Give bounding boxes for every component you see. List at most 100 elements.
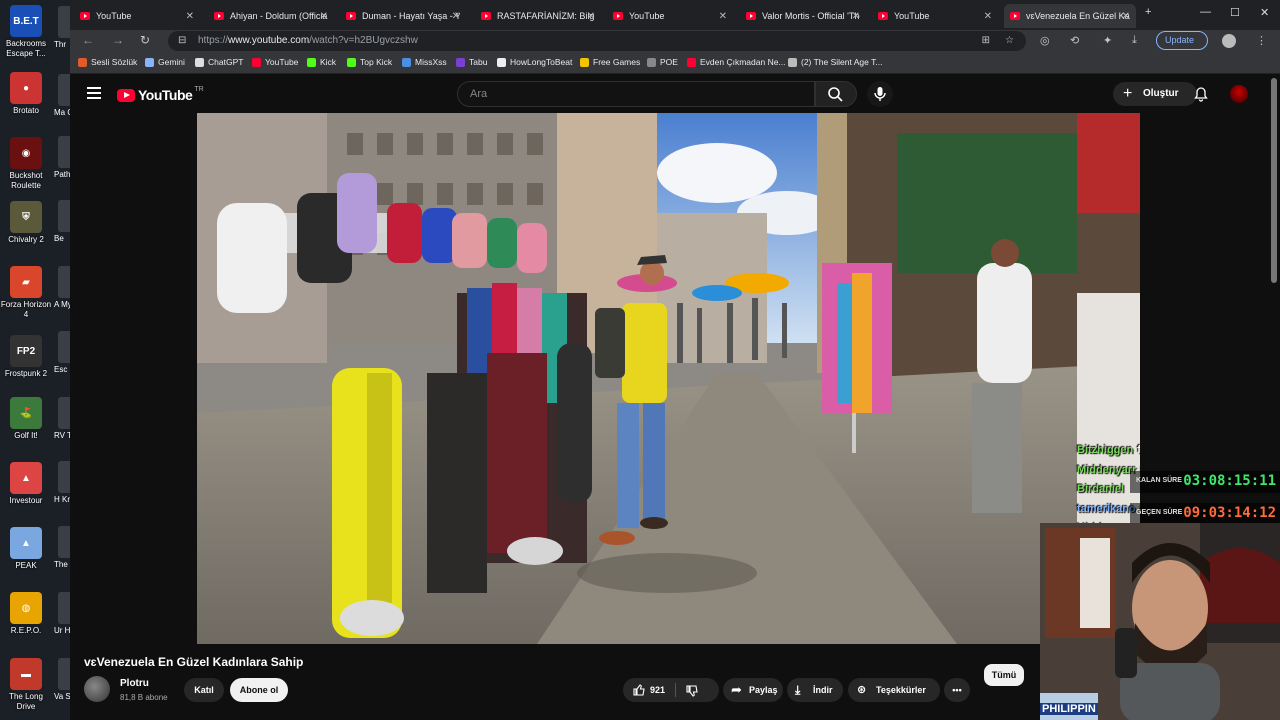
filter-chip-all[interactable]: Tümü — [984, 664, 1024, 686]
extension-glasses-icon[interactable]: ◎ — [1040, 34, 1050, 47]
extension-icon[interactable]: ⟲ — [1070, 34, 1079, 47]
close-window-icon[interactable]: ✕ — [1260, 6, 1269, 19]
tab-close-icon[interactable]: ✕ — [186, 11, 194, 22]
browser-tab[interactable]: YouTube ✕ — [872, 4, 998, 28]
share-button[interactable]: ➦ Paylaş — [723, 678, 783, 702]
desktop-shortcut-partial[interactable]: Be — [54, 234, 70, 244]
desktop-shortcut[interactable]: ▬ The Long Drive — [0, 658, 52, 712]
maximize-icon[interactable]: ☐ — [1230, 6, 1240, 19]
menu-hamburger-icon[interactable] — [87, 87, 101, 99]
bookmark-item[interactable]: YouTube — [252, 57, 298, 67]
tab-close-icon[interactable]: ✕ — [452, 11, 460, 22]
desktop-shortcut[interactable]: ▲ Investour — [0, 462, 52, 506]
bookmark-item[interactable]: POE — [647, 57, 678, 67]
bookmark-item[interactable]: Kick — [307, 57, 336, 67]
desktop-shortcut-partial[interactable]: The of Is — [54, 560, 70, 570]
desktop-shortcut-partial[interactable]: Path — [54, 170, 70, 180]
tab-close-icon[interactable]: ✕ — [1122, 11, 1130, 22]
desktop-shortcut-partial[interactable]: Esc Bac — [54, 365, 70, 375]
search-button[interactable] — [815, 81, 857, 107]
thanks-button[interactable]: ⊛ Teşekkürler — [848, 678, 940, 702]
youtube-favicon-icon — [613, 12, 623, 20]
desktop-shortcut[interactable]: ◉ Buckshot Roulette — [0, 137, 52, 191]
download-icon[interactable]: ⤓ — [1132, 34, 1137, 47]
youtube-play-icon — [117, 88, 135, 102]
extension-puzzle-icon[interactable]: ✦ — [1103, 34, 1112, 47]
download-button[interactable]: ⤓ İndir — [787, 678, 843, 702]
forward-icon[interactable]: → — [112, 33, 124, 47]
browser-tab[interactable]: Ahiyan - Doldum (Official ✕ — [208, 4, 334, 28]
browser-tab[interactable]: vɛVenezuela En Güzel Kad ✕ — [1004, 4, 1136, 28]
browser-menu-icon[interactable]: ⋮ — [1256, 34, 1267, 47]
like-icon[interactable] — [632, 683, 646, 697]
bookmark-item[interactable]: HowLongToBeat — [497, 57, 572, 67]
desktop-shortcut[interactable]: ⛨ Chivalry 2 — [0, 201, 52, 245]
update-button[interactable]: Update — [1156, 31, 1208, 50]
channel-name[interactable]: Plotru — [120, 678, 149, 689]
subscribe-button[interactable]: Abone ol — [230, 678, 288, 702]
tab-close-icon[interactable]: ✕ — [320, 11, 328, 22]
browser-tab[interactable]: Duman - Hayatı Yaşa - Yo ✕ — [340, 4, 466, 28]
tab-close-icon[interactable]: ✕ — [587, 11, 595, 22]
back-icon[interactable]: ← — [82, 33, 94, 47]
bookmark-item[interactable]: Tabu — [456, 57, 487, 67]
desktop-shortcut[interactable]: ⛳ Golf It! — [0, 397, 52, 441]
minimize-icon[interactable]: — — [1200, 6, 1211, 18]
desktop-shortcut[interactable]: ◍ R.E.P.O. — [0, 592, 52, 636]
desktop-shortcut-partial[interactable]: Ur Ho — [54, 626, 70, 636]
bookmark-item[interactable]: Sesli Sözlük — [78, 57, 137, 67]
new-tab-button[interactable]: + — [1145, 6, 1151, 18]
voice-search-button[interactable] — [867, 81, 893, 107]
browser-tab[interactable]: Valor Mortis - Official 'The ✕ — [740, 4, 866, 28]
bookmark-item[interactable]: (2) The Silent Age T... — [788, 57, 882, 67]
tab-close-icon[interactable]: ✕ — [719, 11, 727, 22]
search-input[interactable]: Ara — [457, 81, 815, 107]
bookmark-item[interactable]: ChatGPT — [195, 57, 243, 67]
desktop-shortcut-partial[interactable]: A My — [54, 300, 70, 310]
reload-icon[interactable]: ↻ — [140, 33, 150, 47]
bookmark-item[interactable]: Top Kick — [347, 57, 392, 67]
desktop-shortcut[interactable]: B.E.T Backrooms Escape T... — [0, 5, 52, 59]
join-button[interactable]: Katıl — [184, 678, 224, 702]
bookmark-item[interactable]: Gemini — [145, 57, 185, 67]
browser-tab[interactable]: YouTube ✕ — [74, 4, 200, 28]
profile-avatar[interactable] — [1222, 34, 1236, 48]
translate-icon[interactable]: ⊞ — [982, 31, 990, 51]
account-avatar[interactable] — [1230, 85, 1248, 103]
browser-tab[interactable]: RASTAFARİANİZM: Bilgi B ✕ — [475, 4, 601, 28]
desktop-shortcut-icon: B.E.T — [10, 5, 42, 37]
tab-title: YouTube — [629, 11, 665, 21]
bookmark-star-icon[interactable]: ☆ — [1005, 31, 1014, 51]
tab-close-icon[interactable]: ✕ — [984, 11, 992, 22]
chat-username: tamerikano — [1077, 502, 1136, 515]
address-bar[interactable]: ⊟ https://www.youtube.com/watch?v=h2BUgv… — [168, 31, 1026, 51]
bookmark-item[interactable]: Evden Çıkmadan Ne... — [687, 57, 786, 67]
desktop-shortcut-partial[interactable]: Ma Old — [54, 108, 70, 118]
desktop-shortcut-partial[interactable]: RV T — [54, 431, 70, 441]
site-info-icon[interactable]: ⊟ — [178, 31, 186, 51]
bookmark-item[interactable]: Free Games — [580, 57, 640, 67]
desktop-shortcut-partial[interactable]: Thr — [54, 40, 70, 50]
next-video-thumbnail-text[interactable]: PHILIPPIN — [1040, 703, 1098, 715]
notifications-bell-icon[interactable] — [1193, 86, 1209, 102]
youtube-favicon-icon — [746, 12, 756, 20]
bookmark-item[interactable]: MissXss — [402, 57, 447, 67]
video-player[interactable]: Bitzhiggenfilm çok satındı mecbur tedari… — [197, 113, 1140, 644]
create-button[interactable]: + Oluştur — [1113, 82, 1197, 106]
bookmark-favicon-icon — [347, 57, 356, 67]
tab-close-icon[interactable]: ✕ — [852, 11, 860, 22]
dislike-icon[interactable] — [685, 684, 699, 698]
youtube-logo[interactable]: YouTube TR — [117, 86, 204, 103]
desktop-shortcut[interactable]: ▲ PEAK — [0, 527, 52, 571]
more-actions-button[interactable]: ••• — [944, 678, 970, 702]
desktop-shortcut[interactable]: ▰ Forza Horizon 4 — [0, 266, 52, 320]
desktop-shortcut[interactable]: FP2 Frostpunk 2 — [0, 335, 52, 379]
desktop-shortcut-partial[interactable]: H Kr — [54, 495, 70, 505]
desktop-shortcut[interactable]: ● Brotato — [0, 72, 52, 116]
bookmark-favicon-icon — [145, 57, 154, 67]
desktop-shortcut-partial[interactable]: Va Su — [54, 692, 70, 702]
desktop-shortcut-icon: ▰ — [10, 266, 42, 298]
channel-avatar[interactable] — [84, 676, 110, 702]
page-scrollbar[interactable] — [1271, 78, 1277, 283]
browser-tab[interactable]: YouTube ✕ — [607, 4, 733, 28]
